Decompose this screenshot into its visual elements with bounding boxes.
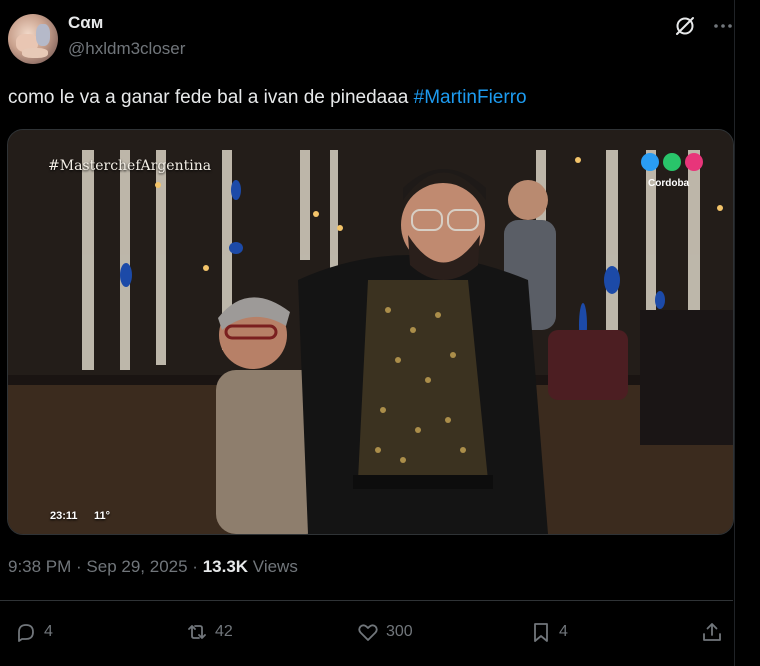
repost-count: 42	[215, 623, 233, 640]
meta-separator: ·	[71, 557, 87, 576]
heart-icon	[358, 624, 378, 641]
channel-logo-label: Cordoba	[648, 178, 690, 189]
bookmark-count: 4	[559, 623, 568, 640]
broadcast-temperature: 11°	[94, 510, 111, 522]
show-hashtag-overlay: #MasterchefArgentina	[48, 158, 212, 174]
avatar-shape	[36, 24, 50, 46]
meta-separator: ·	[187, 557, 203, 576]
divider	[0, 600, 733, 601]
hashtag-link[interactable]: #MartinFierro	[414, 87, 527, 108]
tweet-body: como le va a ganar fede bal a ivan de pi…	[8, 87, 414, 108]
bookmark-icon	[534, 623, 548, 642]
reply-count: 4	[44, 623, 53, 640]
like-button[interactable]: 300	[356, 619, 413, 645]
tweet-meta: 9:38 PM · Sep 29, 2025 · 13.3K Views	[8, 557, 298, 577]
like-count: 300	[386, 623, 413, 640]
reply-button[interactable]: 4	[14, 619, 53, 645]
repost-button[interactable]: 42	[185, 619, 233, 645]
scroll-gutter	[734, 0, 760, 666]
avatar-shape	[22, 48, 48, 58]
tweet-date[interactable]: Sep 29, 2025	[86, 557, 187, 576]
author-display-name[interactable]: Cαм	[68, 13, 103, 33]
bookmark-button[interactable]: 4	[529, 619, 568, 645]
avatar[interactable]	[8, 14, 58, 64]
tweet-time[interactable]: 9:38 PM	[8, 557, 71, 576]
views-label: Views	[248, 557, 298, 576]
reply-icon	[18, 624, 34, 642]
share-icon	[703, 623, 721, 641]
repost-icon	[188, 625, 206, 639]
author-handle[interactable]: @hxldm3closer	[68, 39, 185, 59]
tweet-text: como le va a ganar fede bal a ivan de pi…	[8, 86, 527, 110]
broadcast-clock: 23:11	[50, 510, 78, 522]
tweet-media-image[interactable]: #MasterchefArgentina Cordoba 23:11 11°	[7, 129, 734, 535]
grok-icon[interactable]	[673, 14, 697, 38]
share-button[interactable]	[700, 619, 724, 645]
video-still	[8, 130, 733, 534]
views-count: 13.3K	[202, 557, 249, 576]
more-icon[interactable]	[711, 14, 735, 38]
